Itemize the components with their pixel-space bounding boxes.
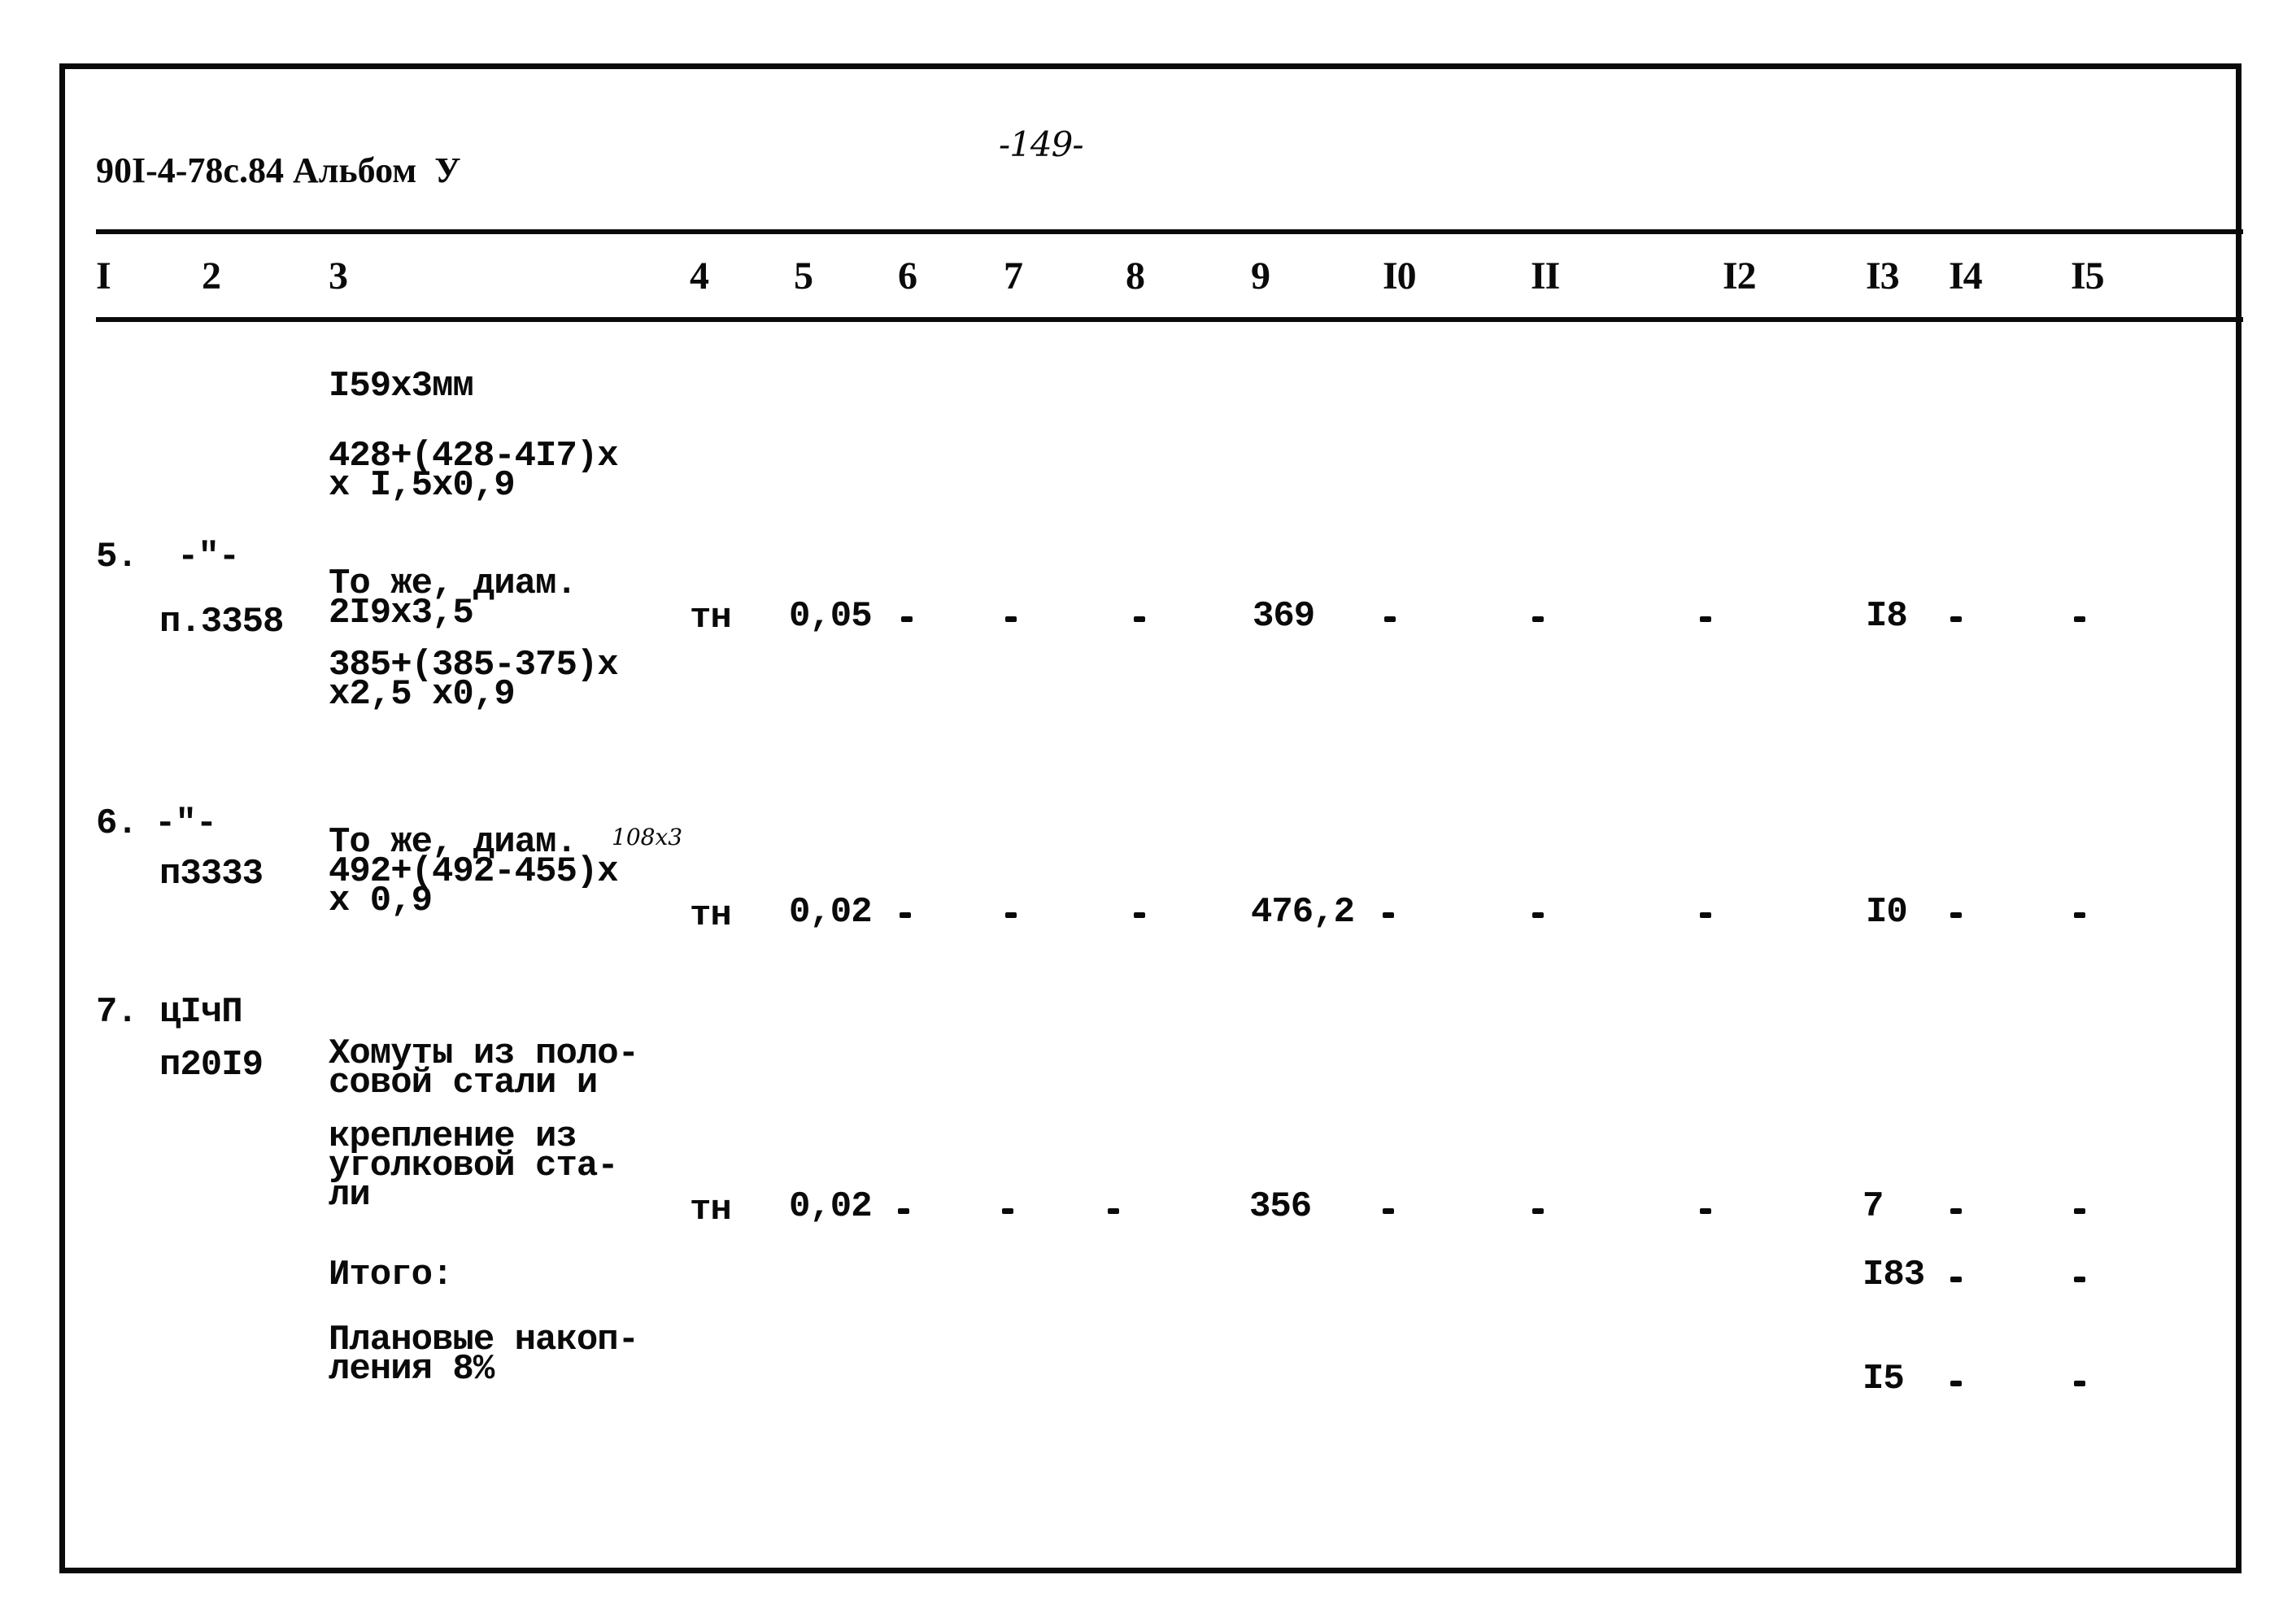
quantity: 0,02 (789, 892, 873, 933)
unit: тн (690, 1190, 732, 1230)
dash-col11 (1532, 616, 1544, 622)
column-header-15: I5 (2071, 254, 2105, 298)
description-line: Хомуты из поло- совой стали и (329, 1033, 639, 1103)
header-rule-top (96, 229, 2243, 234)
dash-col15 (2074, 912, 2085, 918)
column-header-1: I (96, 254, 111, 298)
dash-col14 (1950, 1381, 1962, 1386)
quantity: 0,02 (789, 1186, 873, 1227)
dash-col15 (2074, 1277, 2085, 1282)
description-line: I59x3мм (329, 366, 474, 407)
planned-savings-label: Плановые накоп- ления 8% (329, 1320, 639, 1390)
quantity: 0,05 (789, 596, 873, 637)
col13-value: 7 (1863, 1186, 1884, 1227)
column-header-11: II (1531, 254, 1560, 298)
dash-col6 (898, 1208, 909, 1214)
dash-col15 (2074, 1208, 2085, 1214)
dash-col10 (1384, 616, 1396, 622)
description-line: То же, диам. 2I9x3,5 (329, 563, 577, 633)
unit: тн (690, 895, 732, 936)
description-line: крепление из уголковой ста- ли (329, 1116, 619, 1216)
row-number: 7. (96, 992, 138, 1033)
dash-col15 (2074, 1381, 2085, 1386)
column-header-6: 6 (898, 254, 917, 298)
column-header-5: 5 (794, 254, 813, 298)
dash-col8 (1134, 616, 1145, 622)
total-col13-value: I83 (1863, 1255, 1925, 1295)
column-header-14: I4 (1949, 254, 1983, 298)
dash-col14 (1950, 616, 1962, 622)
col13-value: I0 (1866, 892, 1908, 933)
col13-value: I8 (1866, 596, 1908, 637)
dash-col8 (1108, 1208, 1119, 1214)
price-code: п3333 (159, 854, 264, 894)
description-formula: 428+(428-4I7)x x I,5x0,9 (329, 436, 619, 506)
row-number: 6. (96, 803, 138, 844)
dash-col7 (1005, 616, 1017, 622)
dash-col12 (1700, 616, 1711, 622)
column-header-3: 3 (329, 254, 348, 298)
column-header-7: 7 (1004, 254, 1023, 298)
price-code: п20I9 (159, 1045, 264, 1085)
col9-value: 476,2 (1251, 892, 1355, 933)
dash-col10 (1383, 912, 1394, 918)
col9-value: 369 (1253, 596, 1315, 637)
col9-value: 356 (1249, 1186, 1312, 1227)
handwritten-note: 108x3 (612, 824, 683, 851)
code-ditto: цIчП (159, 992, 243, 1033)
row-number: 5. (96, 537, 138, 577)
column-header-12: I2 (1723, 254, 1757, 298)
dash-col7 (1005, 912, 1017, 918)
dash-col14 (1950, 1277, 1962, 1282)
column-header-9: 9 (1251, 254, 1270, 298)
planned-col13-value: I5 (1863, 1359, 1905, 1399)
dash-col12 (1700, 912, 1711, 918)
code-ditto: -"- (177, 537, 240, 577)
description-formula: То же, диам. 492+(492-455)x x 0,9 (329, 822, 619, 921)
header-rule-bottom (96, 317, 2243, 322)
column-header-13: I3 (1866, 254, 1900, 298)
dash-col12 (1700, 1208, 1711, 1214)
unit: тн (690, 598, 732, 638)
code-ditto: -"- (155, 803, 217, 844)
dash-col7 (1002, 1208, 1013, 1214)
column-header-10: I0 (1383, 254, 1417, 298)
column-header-2: 2 (202, 254, 221, 298)
total-label: Итого: (329, 1255, 453, 1295)
document-code: 90I-4-78c.84 Альбом У (96, 150, 461, 190)
dash-col14 (1950, 912, 1962, 918)
column-header-8: 8 (1126, 254, 1145, 298)
dash-col10 (1383, 1208, 1394, 1214)
dash-col11 (1532, 912, 1544, 918)
page-number: -149- (999, 124, 1084, 164)
column-header-4: 4 (690, 254, 709, 298)
dash-col14 (1950, 1208, 1962, 1214)
dash-col8 (1134, 912, 1145, 918)
price-code: п.3358 (159, 602, 284, 642)
dash-col6 (900, 912, 911, 918)
dash-col15 (2074, 616, 2085, 622)
dash-col6 (901, 616, 913, 622)
description-formula: 385+(385-375)x x2,5 x0,9 (329, 645, 619, 715)
dash-col11 (1532, 1208, 1544, 1214)
